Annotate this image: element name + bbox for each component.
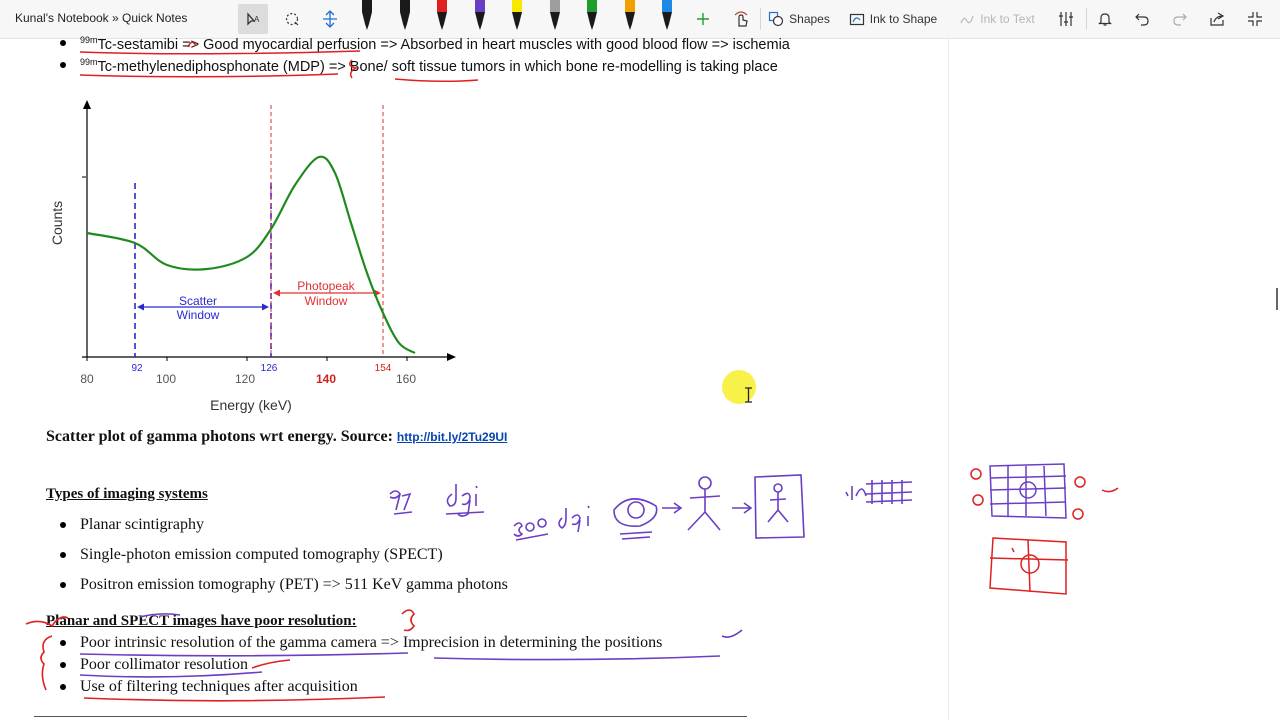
scatter-window-label-1: Scatter [179, 294, 217, 308]
energy-spectrum-series-line [86, 155, 416, 354]
red-pen-icon[interactable] [433, 0, 451, 34]
note-line-mdp: 99mTc-methylenediphosphonate (MDP) => Bo… [80, 57, 778, 75]
y-axis-label: Counts [49, 201, 65, 245]
x-axis-arrow-icon [447, 353, 456, 361]
add-pen-icon[interactable] [691, 4, 715, 34]
breadcrumb[interactable]: Kunal's Notebook » Quick Notes [15, 11, 187, 25]
green-pen-icon[interactable] [583, 0, 601, 34]
orange-pen-icon[interactable] [621, 0, 639, 34]
bullet-icon [60, 62, 66, 68]
ink-to-text-icon [960, 15, 974, 24]
caption-text: Scatter plot of gamma photons wrt energy… [46, 428, 393, 445]
list-item: Single-photon emission computed tomograp… [80, 546, 443, 563]
x-tick-label: 80 [80, 372, 94, 386]
purple-pen-icon[interactable] [471, 0, 489, 34]
resolution-heading: Planar and SPECT images have poor resolu… [46, 613, 357, 629]
note-line-text: Tc-sestamibi => Good myocardial perfusio… [97, 36, 790, 53]
list-item: Poor intrinsic resolution of the gamma c… [80, 634, 663, 651]
ink-handwriting-97dpi [389, 484, 485, 517]
list-item: Use of filtering techniques after acquis… [80, 678, 358, 695]
x-tick-label: 120 [235, 372, 255, 386]
collapse-fullscreen-icon[interactable] [1242, 4, 1268, 34]
blue-pen-icon[interactable] [658, 0, 676, 34]
bullet-icon [60, 522, 66, 528]
ink-underline-red [394, 78, 479, 83]
lasso-select-icon[interactable]: A [238, 4, 268, 34]
bell-icon[interactable] [1092, 4, 1118, 34]
x-tick-label: 100 [156, 372, 176, 386]
y-axis-arrow-icon [83, 100, 91, 109]
text-cursor-icon [745, 387, 752, 403]
share-icon[interactable] [1204, 4, 1230, 34]
list-item: Positron emission tomography (PET) => 51… [80, 576, 508, 593]
vertical-scrollbar[interactable] [1276, 288, 1278, 310]
arrowhead-icon [262, 303, 269, 311]
window-tick-label: 126 [261, 363, 278, 374]
ink-drawing-grid-red [970, 468, 1119, 595]
list-item: Planar scintigraphy [80, 516, 204, 533]
black-pen-icon[interactable] [396, 0, 414, 34]
bullet-icon [60, 662, 66, 668]
ink-replay-icon[interactable] [1053, 4, 1079, 34]
arrowhead-icon [137, 303, 144, 311]
ink-drawing-imaging-flow [613, 474, 913, 540]
page-divider [34, 716, 747, 717]
undo-icon[interactable] [1129, 4, 1155, 34]
ink-to-shape-icon [849, 13, 864, 26]
lasso-freeform-icon[interactable] [278, 4, 306, 34]
bullet-icon [60, 582, 66, 588]
window-tick-label: 154 [375, 363, 392, 374]
ink-to-text-button[interactable]: Ink to Text [955, 4, 1039, 34]
ink-handwriting-300dpi [513, 505, 590, 541]
note-line-sestamibi: 99mTc-sestamibi => Good myocardial perfu… [80, 35, 790, 53]
gray-pen-icon[interactable] [546, 0, 564, 34]
x-tick-label: 140 [316, 372, 336, 386]
shapes-button[interactable]: Shapes [767, 4, 831, 34]
ink-to-shape-button[interactable]: Ink to Shape [846, 4, 940, 34]
x-tick-label: 160 [396, 372, 416, 386]
source-link[interactable]: http://bit.ly/2Tu29UI [397, 430, 507, 444]
bullet-icon [60, 640, 66, 646]
ink-drawing-grid-purple [989, 463, 1067, 519]
ink-to-text-label: Ink to Text [980, 12, 1035, 26]
ribbon-toolbar: Kunal's Notebook » Quick Notes A Shapes … [0, 0, 1280, 39]
energy-spectrum-chart: Counts Energy (keV) Scatter Window Photo… [49, 100, 456, 413]
svg-text:A: A [254, 15, 260, 24]
bullet-icon [60, 684, 66, 690]
photopeak-window-label-1: Photopeak [297, 279, 355, 293]
black-marker-icon[interactable] [358, 0, 376, 34]
types-heading: Types of imaging systems [46, 486, 208, 502]
photopeak-window-label-2: Window [305, 294, 348, 308]
touch-draw-icon[interactable] [728, 4, 754, 34]
shapes-label: Shapes [789, 12, 830, 26]
isotope-superscript: 99m [80, 57, 98, 67]
ink-to-shape-label: Ink to Shape [869, 12, 938, 26]
chart-caption: Scatter plot of gamma photons wrt energy… [46, 428, 507, 446]
cursor-highlight [722, 370, 756, 404]
page-right-border [948, 39, 949, 720]
redo-icon[interactable] [1167, 4, 1193, 34]
yellow-highlighter-icon[interactable] [508, 0, 526, 34]
note-line-text: Tc-methylenediphosphonate (MDP) => Bone/… [97, 58, 778, 75]
bullet-icon [60, 552, 66, 558]
add-space-icon[interactable] [316, 4, 344, 34]
x-axis-label: Energy (keV) [210, 397, 292, 413]
arrowhead-icon [273, 289, 280, 297]
window-tick-label: 92 [131, 363, 143, 374]
list-item: Poor collimator resolution [80, 656, 248, 673]
scatter-window-label-2: Window [177, 308, 220, 322]
bullet-icon [60, 40, 66, 46]
isotope-superscript: 99m [80, 35, 98, 45]
shapes-icon [769, 11, 784, 27]
